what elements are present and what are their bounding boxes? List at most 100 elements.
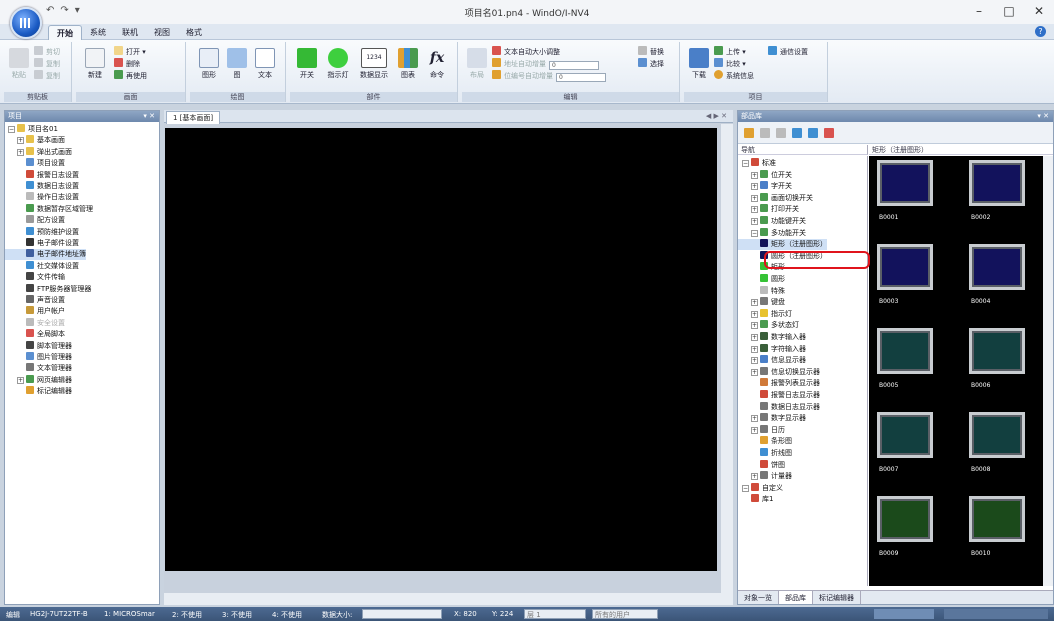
open-screen-button[interactable]: 打开 ▾ bbox=[114, 46, 146, 57]
project-tree-item[interactable]: 文本管理器 bbox=[5, 363, 72, 374]
paste-button[interactable]: 粘贴 bbox=[8, 48, 30, 80]
part-thumbnail[interactable] bbox=[969, 244, 1025, 290]
address-increment-field[interactable]: 地址自动增量 0 bbox=[492, 58, 599, 70]
library-tree-item[interactable]: 条形图 bbox=[738, 436, 792, 447]
new-screen-button[interactable]: 新建 bbox=[82, 48, 108, 80]
lamp-button[interactable]: 指示灯 bbox=[324, 48, 352, 80]
library-tree-item[interactable]: + 功能键开关 bbox=[738, 216, 806, 227]
cut-icon[interactable] bbox=[760, 127, 770, 138]
collapse-icon[interactable]: − bbox=[751, 229, 758, 237]
layer-select[interactable]: 层 1 bbox=[524, 609, 586, 619]
project-tree-item[interactable]: 操作日志设置 bbox=[5, 192, 79, 203]
library-tree-item[interactable]: + 日历 bbox=[738, 424, 785, 436]
minimize-button[interactable]: – bbox=[964, 0, 994, 24]
project-tree-item[interactable]: 全局脚本 bbox=[5, 329, 65, 340]
expand-icon[interactable]: + bbox=[751, 171, 758, 179]
delete-icon[interactable] bbox=[776, 127, 786, 138]
part-thumbnail[interactable] bbox=[969, 328, 1025, 374]
shape-button[interactable]: 图形 bbox=[196, 48, 222, 80]
library-tree-item[interactable]: + 位开关 bbox=[738, 169, 792, 181]
project-tree-item[interactable]: 安全设置 bbox=[5, 317, 65, 329]
thumbnail-scrollbar[interactable] bbox=[1043, 156, 1053, 586]
project-tree-item[interactable]: 图片管理器 bbox=[5, 352, 72, 363]
project-tree-item[interactable]: 配方设置 bbox=[5, 215, 65, 226]
project-tree-item[interactable]: 脚本管理器 bbox=[5, 340, 72, 352]
project-tree-item[interactable]: 项目设置 bbox=[5, 158, 65, 169]
user-select[interactable]: 所有的用户 bbox=[592, 609, 658, 619]
horizontal-scrollbar[interactable] bbox=[164, 593, 733, 605]
project-tree-item[interactable]: 标记编辑器 bbox=[5, 386, 72, 397]
tab-basic-screen[interactable]: 1 [基本画面] bbox=[166, 111, 221, 124]
project-tree-item[interactable]: − 项目名01 bbox=[5, 124, 58, 135]
pin-close-icon[interactable]: ▾ ✕ bbox=[143, 111, 155, 122]
project-tree-item[interactable]: 声音设置 bbox=[5, 295, 65, 306]
project-tree-item[interactable]: + 弹出式画面 bbox=[5, 146, 72, 158]
compare-button[interactable]: 比较 ▾ bbox=[714, 58, 746, 69]
application-menu-button[interactable] bbox=[10, 7, 42, 39]
copy-button[interactable]: 复制 bbox=[34, 58, 60, 69]
cut-button[interactable]: 剪切 bbox=[34, 46, 60, 57]
library-tree-item[interactable]: + 数字显示器 bbox=[738, 413, 806, 424]
project-tree-item[interactable]: 社交媒体设置 bbox=[5, 260, 79, 272]
library-tree-item[interactable]: − 标准 bbox=[738, 158, 776, 169]
library-tree-item[interactable]: 报警列表显示器 bbox=[738, 378, 820, 389]
expand-icon[interactable]: + bbox=[17, 148, 24, 156]
project-tree-item[interactable]: 电子邮件地址簿 bbox=[5, 249, 86, 261]
part-thumbnail[interactable] bbox=[969, 160, 1025, 206]
library-tree-item[interactable]: + 字符输入器 bbox=[738, 343, 806, 355]
select-button[interactable]: 选择 bbox=[638, 58, 664, 69]
project-tree-item[interactable]: FTP服务器管理器 bbox=[5, 283, 91, 295]
zoom-slider[interactable] bbox=[944, 609, 1048, 619]
project-tree-item[interactable]: 报警日志设置 bbox=[5, 169, 79, 181]
close-button[interactable]: ✕ bbox=[1024, 0, 1054, 24]
switch-button[interactable]: 开关 bbox=[294, 48, 320, 80]
project-tree-item[interactable]: 用户帐户 bbox=[5, 306, 65, 317]
tab-parts-library[interactable]: 部品库 bbox=[779, 591, 813, 604]
tab-online[interactable]: 联机 bbox=[114, 25, 146, 41]
delete-screen-button[interactable]: 删除 bbox=[114, 58, 140, 69]
tab-format[interactable]: 格式 bbox=[178, 25, 210, 41]
tab-tag-editor[interactable]: 标记编辑器 bbox=[813, 591, 861, 604]
project-tree-item[interactable]: 数据暂存区域管理 bbox=[5, 203, 93, 215]
library-tree-item[interactable]: + 打印开关 bbox=[738, 204, 799, 215]
duplicate-button[interactable]: 复制 bbox=[34, 70, 60, 81]
tab-scroll-close-icon[interactable]: ◀ ▶ ✕ bbox=[706, 112, 727, 120]
download-button[interactable]: 下载 bbox=[688, 48, 710, 80]
collapse-icon[interactable]: − bbox=[8, 126, 15, 133]
library-tree-item[interactable]: + 计量器 bbox=[738, 471, 792, 482]
project-tree-item[interactable]: 数据日志设置 bbox=[5, 181, 79, 192]
expand-icon[interactable]: + bbox=[751, 206, 758, 214]
expand-icon[interactable]: + bbox=[751, 473, 758, 481]
expand-icon[interactable]: + bbox=[751, 415, 758, 423]
paste-icon[interactable] bbox=[808, 127, 818, 138]
library-tree-item[interactable]: 报警日志显示器 bbox=[738, 390, 820, 401]
part-thumbnail[interactable] bbox=[877, 328, 933, 374]
collapse-icon[interactable]: − bbox=[742, 160, 749, 167]
library-tree-item[interactable]: + 信息显示器 bbox=[738, 355, 806, 366]
screen-canvas[interactable] bbox=[165, 128, 717, 571]
comm-settings-button[interactable]: 通信设置 bbox=[768, 46, 808, 57]
replace-button[interactable]: 替换 bbox=[638, 46, 664, 57]
library-tree-item[interactable]: 库1 bbox=[738, 494, 773, 505]
tab-object-list[interactable]: 对象一览 bbox=[738, 591, 779, 604]
library-tree-item[interactable]: 折线图 bbox=[738, 448, 792, 459]
library-tree-item[interactable]: + 信息切换显示器 bbox=[738, 366, 820, 378]
project-tree-item[interactable]: + 基本画面 bbox=[5, 135, 65, 146]
library-tree-item[interactable]: + 数字输入器 bbox=[738, 332, 806, 343]
export-icon[interactable] bbox=[824, 127, 834, 138]
expand-icon[interactable]: + bbox=[751, 183, 758, 191]
project-tree-item[interactable]: + 网页编辑器 bbox=[5, 374, 72, 386]
library-tree-item[interactable]: 数据日志显示器 bbox=[738, 401, 820, 413]
arrange-button[interactable]: 布局 bbox=[466, 48, 488, 80]
view-buttons[interactable] bbox=[874, 609, 934, 619]
new-library-icon[interactable] bbox=[744, 127, 754, 138]
library-tree-item[interactable]: − 自定义 bbox=[738, 482, 783, 494]
library-tree-item[interactable]: + 多状态灯 bbox=[738, 320, 799, 331]
expand-icon[interactable]: + bbox=[17, 376, 24, 384]
project-tree-item[interactable]: 电子邮件设置 bbox=[5, 238, 79, 249]
project-tree-item[interactable]: 预防维护设置 bbox=[5, 226, 79, 238]
library-tree-item[interactable]: 矩形（注册图形） bbox=[738, 239, 827, 251]
tab-home[interactable]: 开始 bbox=[48, 25, 82, 41]
library-tree-item[interactable]: + 指示灯 bbox=[738, 308, 792, 320]
expand-icon[interactable]: + bbox=[751, 368, 758, 376]
